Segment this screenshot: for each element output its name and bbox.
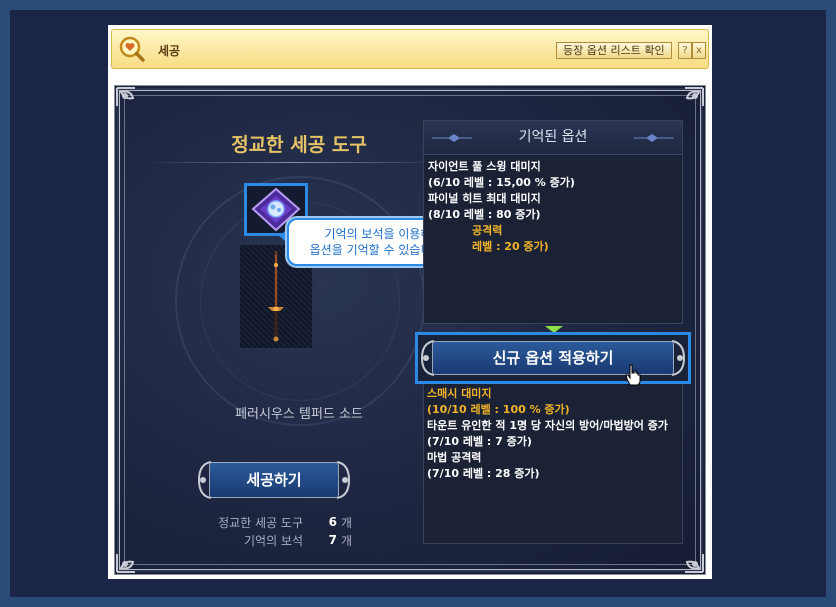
count-value: 6 <box>328 515 337 529</box>
option-name: 스매시 대미지 <box>427 387 492 400</box>
magnifier-heart-icon <box>119 36 145 62</box>
crafting-panel: 정교한 세공 도구 기억의 보석을 이용해 옵션을 기억할 수 있습니다. 페러… <box>114 85 706 575</box>
window-title: 세공 <box>158 44 181 58</box>
remembered-options-header: 기억된 옵션 <box>424 121 682 155</box>
hand-cursor-icon <box>625 364 641 386</box>
help-button[interactable]: ? <box>678 42 692 59</box>
option-name: 자이언트 풀 스윙 대미지 <box>428 160 541 173</box>
item-name: 페러시우스 템퍼드 소드 <box>235 407 363 422</box>
count-row: 기억의 보석 7 개 <box>175 531 395 549</box>
option-name: 마법 공격력 <box>427 451 482 464</box>
option-detail: (8/10 레벨 : 80 증가) <box>428 208 541 221</box>
count-label: 기억의 보석 <box>243 533 303 548</box>
ornament-corner-icon <box>116 87 135 106</box>
option-detail: (7/10 레벨 : 7 증가) <box>427 435 532 448</box>
craft-button-label: 세공하기 <box>209 462 339 498</box>
header-ornament-icon <box>432 134 472 142</box>
count-unit: 개 <box>341 533 353 548</box>
count-unit: 개 <box>341 515 353 530</box>
count-value: 7 <box>328 533 337 547</box>
ornament-corner-icon <box>685 87 704 106</box>
close-button[interactable]: x <box>692 42 706 59</box>
remembered-options-title: 기억된 옵션 <box>518 129 588 145</box>
option-name: 파이널 히트 최대 대미지 <box>428 192 541 205</box>
header-ornament-icon <box>634 134 674 142</box>
remembered-options-list: 자이언트 풀 스윙 대미지 (6/10 레벨 : 15,00 % 증가) 파이널… <box>428 159 680 255</box>
option-detail: 레벨 : 20 증가) <box>472 240 549 253</box>
option-detail: (6/10 레벨 : 15,00 % 증가) <box>428 176 575 189</box>
remembered-options-panel: 기억된 옵션 자이언트 풀 스윙 대미지 (6/10 레벨 : 15,00 % … <box>423 120 683 324</box>
material-counts: 정교한 세공 도구 6 개 기억의 보석 7 개 <box>175 513 395 549</box>
option-detail: (7/10 레벨 : 28 증가) <box>427 467 540 480</box>
title-divider <box>145 162 445 163</box>
option-name: 공격력 <box>472 224 503 237</box>
crafting-window: 세공 등장 옵션 리스트 확인 ? x 정교한 세공 도구 기억의 보석을 이용… <box>108 25 712 579</box>
option-detail: (10/10 레벨 : 100 % 증가) <box>427 403 570 416</box>
ornament-corner-icon <box>685 554 704 573</box>
new-options-list: 스매시 대미지 (10/10 레벨 : 100 % 증가) 타운트 유인한 적 … <box>427 386 679 482</box>
craft-button[interactable]: 세공하기 <box>195 456 353 504</box>
option-list-button[interactable]: 등장 옵션 리스트 확인 <box>556 42 672 59</box>
count-row: 정교한 세공 도구 6 개 <box>175 513 395 531</box>
ornament-corner-icon <box>116 554 135 573</box>
title-bar: 세공 등장 옵션 리스트 확인 ? x <box>111 29 709 69</box>
count-label: 정교한 세공 도구 <box>218 515 303 530</box>
option-name: 타운트 유인한 적 1명 당 자신의 방어/마법방어 증가 <box>427 419 668 432</box>
tool-title: 정교한 세공 도구 <box>231 134 367 156</box>
apply-new-options-button[interactable]: 신규 옵션 적용하기 <box>415 332 691 384</box>
